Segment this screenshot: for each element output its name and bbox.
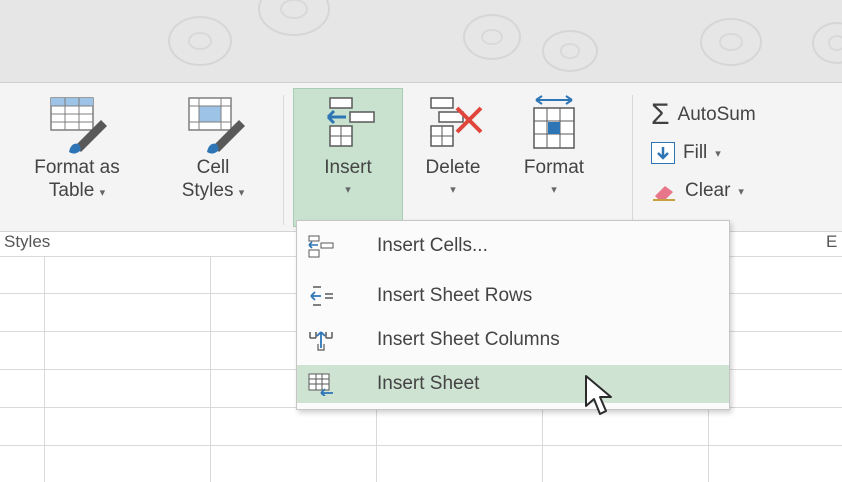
chevron-down-icon: ▾ [450,184,456,196]
menu-item-label: Insert Sheet [377,373,480,394]
row-line [0,445,842,446]
decorative-swirl [700,18,762,66]
format-as-table-icon [50,97,107,154]
insert-label: Insert [324,157,372,178]
mouse-cursor-icon [585,375,612,415]
column-line [210,256,211,482]
title-bar [0,0,842,83]
clear-button[interactable]: Clear ▾ [651,172,756,210]
group-label-editing: E [826,232,838,251]
decorative-swirl [463,14,521,60]
fill-button[interactable]: Fill ▾ [651,134,756,172]
delete-label: Delete [425,157,481,178]
insert-cells-icon [326,97,375,147]
insert-button[interactable]: Insert ▾ [293,94,403,202]
format-cells-icon [533,95,575,149]
group-label-styles: Styles [4,232,51,251]
insert-rows-icon [307,284,347,308]
group-separator [283,95,284,225]
cell-styles-button[interactable]: Cell Styles ▾ [158,94,268,205]
decorative-swirl [168,16,232,66]
autosum-button[interactable]: Σ AutoSum [651,96,756,134]
format-label: Format [523,157,585,178]
fill-label: Fill [683,142,708,163]
menu-item-insert-sheet-columns[interactable]: Insert Sheet Columns [297,321,729,359]
sigma-icon: Σ [651,98,670,131]
chevron-down-icon: ▾ [345,184,351,196]
chevron-down-icon: ▾ [238,187,245,199]
chevron-down-icon: ▾ [99,187,106,199]
chevron-down-icon: ▾ [738,185,744,198]
clear-label: Clear [685,180,731,201]
format-as-table-label-line2: Table [48,180,95,201]
menu-item-label: Insert Sheet Rows [377,285,533,306]
decorative-swirl [812,22,842,64]
insert-columns-icon [307,328,347,352]
insert-sheet-icon [307,372,347,396]
menu-item-insert-cells[interactable]: Insert Cells... [297,227,729,265]
column-line [44,256,45,482]
decorative-swirl [542,30,598,72]
group-separator [632,95,633,225]
menu-item-label: Insert Sheet Columns [377,329,560,350]
insert-cells-icon [307,234,347,258]
autosum-label: AutoSum [677,104,756,125]
cell-styles-label-line1: Cell [196,157,230,178]
menu-item-insert-sheet-rows[interactable]: Insert Sheet Rows [297,277,729,315]
delete-cells-icon [430,97,483,147]
format-button[interactable]: Format ▾ [508,94,600,202]
decorative-swirl [258,0,330,36]
cell-styles-label-line2: Styles [181,180,234,201]
editing-group: Σ AutoSum Fill ▾ Clear ▾ [651,96,756,210]
delete-button[interactable]: Delete ▾ [408,94,498,202]
eraser-icon [653,186,675,201]
format-as-table-button[interactable]: Format as Table ▾ [2,94,152,205]
menu-item-label: Insert Cells... [377,235,488,256]
insert-dropdown-menu: Insert Cells... Insert Sheet Rows Insert… [296,220,730,410]
menu-item-insert-sheet[interactable]: Insert Sheet [297,365,729,403]
fill-down-icon [651,142,675,164]
chevron-down-icon: ▾ [551,184,557,196]
chevron-down-icon: ▾ [715,147,721,160]
cell-styles-icon [188,97,245,154]
format-as-table-label-line1: Format as [34,157,120,178]
